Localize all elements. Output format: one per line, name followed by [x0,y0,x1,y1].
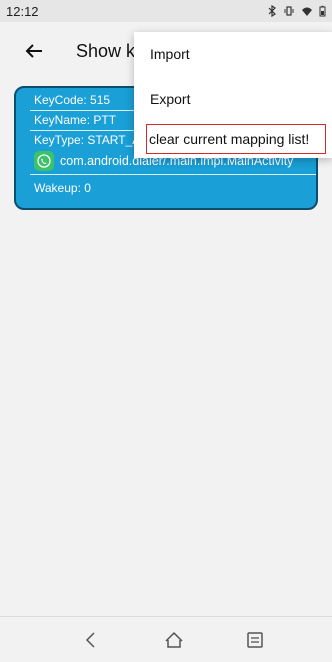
vibrate-icon [284,6,294,16]
mapping-list: KeyCode: 515 KeyName: PTT KeyType: START… [0,82,332,616]
nav-bar [0,616,332,662]
battery-icon [319,5,326,17]
status-bar: 12:12 [0,0,332,22]
menu-nav-icon[interactable] [244,629,266,651]
overflow-menu: Import Export clear current mapping list… [134,32,332,158]
status-icons [267,5,326,17]
wakeup-text: Wakeup: 0 [34,181,91,195]
screen: 12:12 Show keys mapping [0,0,332,662]
bluetooth-icon [268,5,276,17]
phone-app-icon [34,151,54,171]
menu-item-import[interactable]: Import [134,36,332,72]
menu-item-export[interactable]: Export [134,81,332,117]
back-arrow-icon[interactable] [22,39,46,63]
status-time: 12:12 [6,3,39,19]
menu-item-clear-mapping[interactable]: clear current mapping list! [146,124,326,154]
back-nav-icon[interactable] [80,629,102,651]
wifi-icon [302,7,312,16]
card-divider [30,174,316,175]
home-nav-icon[interactable] [163,629,185,651]
